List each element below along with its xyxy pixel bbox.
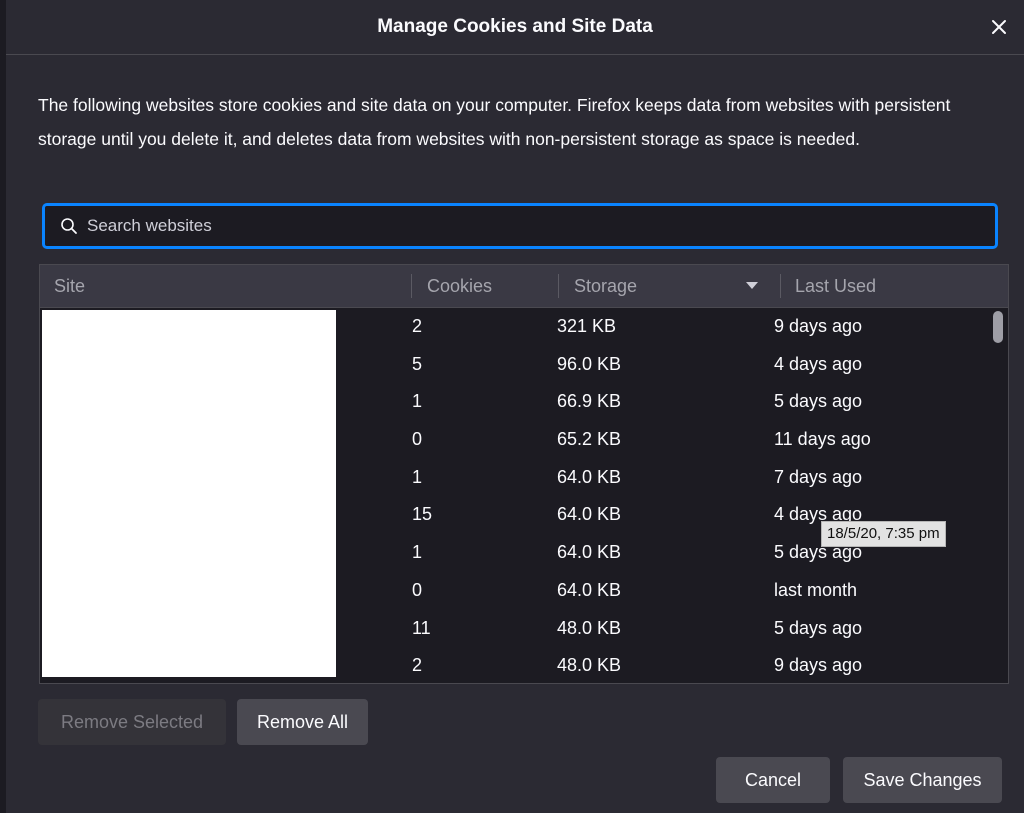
cookies-cell: 1: [412, 466, 423, 487]
sort-descending-icon: [746, 282, 758, 289]
column-header-storage[interactable]: Storage: [574, 265, 637, 307]
cookies-cell: 5: [412, 353, 423, 374]
storage-cell: 64.0 KB: [557, 579, 622, 600]
cookies-cell: 1: [412, 542, 423, 563]
search-field[interactable]: [43, 204, 997, 248]
search-icon: [59, 216, 79, 236]
table-header: Site Cookies Storage Last Used: [40, 265, 1008, 308]
column-header-cookies[interactable]: Cookies: [427, 265, 492, 307]
storage-cell: 48.0 KB: [557, 617, 622, 638]
last-used-tooltip: 18/5/20, 7:35 pm: [821, 521, 946, 547]
column-separator[interactable]: [558, 274, 559, 298]
cookies-cell: 11: [412, 617, 431, 638]
close-button[interactable]: [984, 12, 1014, 42]
cancel-button[interactable]: Cancel: [716, 757, 830, 803]
close-icon: [992, 20, 1006, 34]
storage-cell: 65.2 KB: [557, 429, 622, 450]
cookies-cell: 2: [412, 316, 423, 336]
cookies-cell: 0: [412, 579, 423, 600]
last-used-cell: 5 days ago: [774, 391, 863, 412]
remove-all-button[interactable]: Remove All: [237, 699, 368, 745]
table-scrollbar[interactable]: [988, 308, 1008, 683]
manage-cookies-dialog: Manage Cookies and Site Data The followi…: [6, 0, 1024, 813]
site-data-table: Site Cookies Storage Last Used 2 321 KB …: [39, 264, 1009, 684]
last-used-cell: 4 days ago: [774, 353, 863, 374]
search-input[interactable]: [87, 216, 995, 236]
scrollbar-thumb[interactable]: [993, 311, 1003, 343]
column-header-last-used[interactable]: Last Used: [795, 265, 876, 307]
dialog-title: Manage Cookies and Site Data: [377, 16, 653, 37]
cookies-cell: 1: [412, 391, 423, 412]
storage-cell: 321 KB: [557, 316, 617, 336]
last-used-cell: 9 days ago: [774, 655, 863, 676]
column-header-site[interactable]: Site: [54, 265, 85, 307]
storage-cell: 96.0 KB: [557, 353, 622, 374]
last-used-cell: 7 days ago: [774, 466, 863, 487]
last-used-cell: 5 days ago: [774, 617, 863, 638]
storage-cell: 64.0 KB: [557, 466, 622, 487]
remove-selected-button[interactable]: Remove Selected: [38, 699, 226, 745]
column-separator[interactable]: [411, 274, 412, 298]
redacted-site-column: [42, 310, 336, 677]
cookies-cell: 2: [412, 655, 423, 676]
storage-cell: 64.0 KB: [557, 504, 622, 525]
last-used-cell: last month: [774, 579, 858, 600]
cookies-cell: 0: [412, 429, 423, 450]
storage-cell: 66.9 KB: [557, 391, 622, 412]
last-used-cell: 11 days ago: [774, 429, 871, 450]
dialog-titlebar: Manage Cookies and Site Data: [6, 0, 1024, 55]
dialog-description: The following websites store cookies and…: [38, 95, 951, 149]
storage-cell: 48.0 KB: [557, 655, 622, 676]
save-changes-button[interactable]: Save Changes: [843, 757, 1002, 803]
last-used-cell: 9 days ago: [774, 316, 863, 336]
cookies-cell: 15: [412, 504, 433, 525]
column-separator[interactable]: [780, 274, 781, 298]
storage-cell: 64.0 KB: [557, 542, 622, 563]
